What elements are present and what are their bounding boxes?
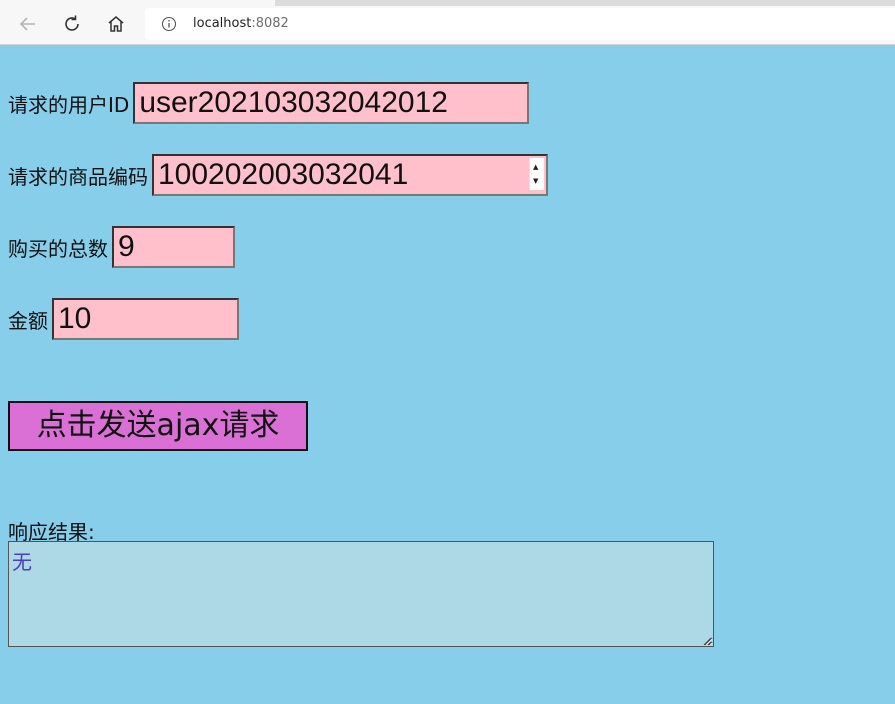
active-tab[interactable] — [0, 0, 275, 6]
info-icon[interactable] — [161, 16, 177, 32]
page-content: 请求的用户ID 请求的商品编码 ▲ ▼ 购买的总数 金额 点击发送ajax请求 … — [0, 44, 895, 704]
spin-down-icon[interactable]: ▼ — [533, 178, 538, 185]
product-code-input[interactable] — [152, 154, 548, 196]
user-id-row: 请求的用户ID — [8, 82, 530, 124]
product-code-row: 请求的商品编码 ▲ ▼ — [8, 154, 548, 196]
amount-label: 金额 — [8, 308, 48, 333]
resize-grip-icon[interactable] — [702, 636, 712, 646]
product-code-label: 请求的商品编码 — [8, 164, 148, 189]
quantity-input[interactable] — [112, 226, 235, 268]
response-textarea[interactable]: 无 — [8, 541, 714, 647]
amount-input[interactable] — [52, 298, 239, 340]
user-id-label: 请求的用户ID — [8, 92, 130, 117]
tab-strip — [0, 0, 895, 6]
url-port: :8082 — [251, 16, 289, 31]
browser-toolbar: localhost:8082 — [0, 0, 895, 45]
quantity-label: 购买的总数 — [8, 236, 108, 261]
spin-buttons[interactable]: ▲ ▼ — [529, 158, 544, 190]
home-button[interactable] — [104, 12, 128, 36]
product-code-stepper[interactable]: ▲ ▼ — [152, 154, 548, 196]
user-id-input[interactable] — [133, 82, 530, 124]
reload-button[interactable] — [60, 12, 84, 36]
back-button[interactable] — [16, 12, 40, 36]
send-ajax-button[interactable]: 点击发送ajax请求 — [8, 401, 308, 451]
url-host: localhost — [193, 16, 252, 31]
spin-up-icon[interactable]: ▲ — [533, 164, 538, 171]
home-icon — [108, 16, 124, 32]
amount-row: 金额 — [8, 298, 239, 340]
address-bar[interactable]: localhost:8082 — [145, 8, 895, 40]
address-url: localhost:8082 — [193, 16, 289, 31]
back-arrow-icon — [19, 17, 35, 31]
reload-icon — [65, 15, 79, 31]
quantity-row: 购买的总数 — [8, 226, 235, 268]
